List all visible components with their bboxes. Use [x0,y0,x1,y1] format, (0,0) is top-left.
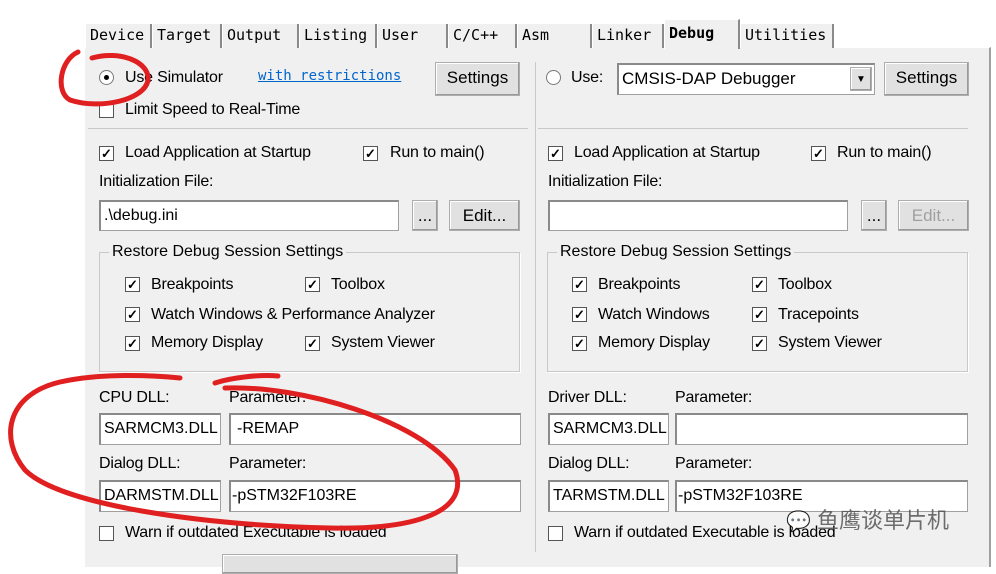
annotation-circle-simulator [58,49,151,107]
tab-debug[interactable]: Debug [664,19,740,49]
red-annotations [8,49,461,531]
annotation-circle-dll [8,372,461,531]
